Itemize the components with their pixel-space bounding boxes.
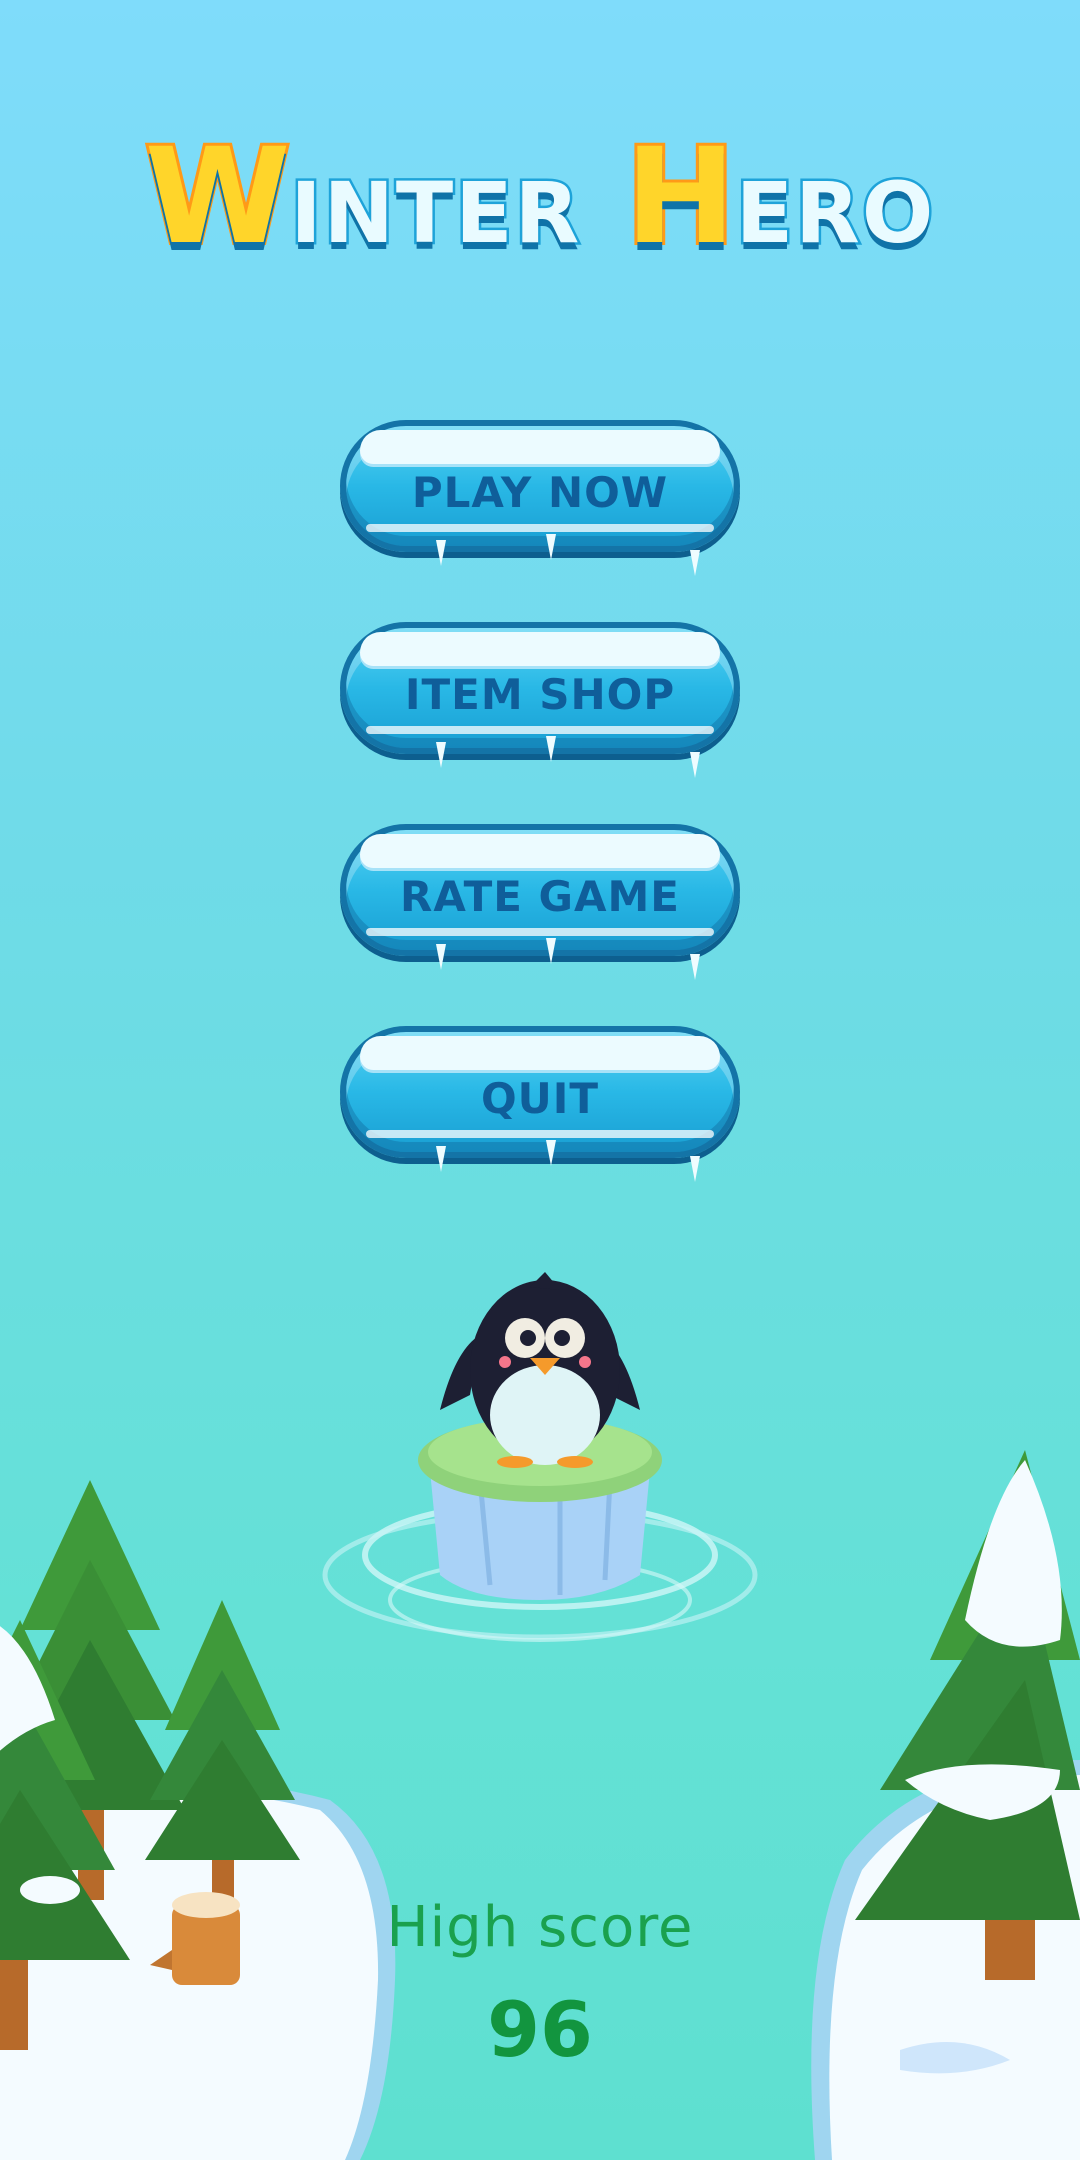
- title-rest-winter: INTER: [288, 162, 582, 265]
- item-shop-label: ITEM SHOP: [404, 669, 676, 719]
- icicle-decor: [436, 944, 446, 970]
- icicle-decor: [436, 540, 446, 566]
- icicle-decor: [436, 1146, 446, 1172]
- play-now-label: PLAY NOW: [411, 467, 669, 517]
- icicle-decor: [546, 736, 556, 762]
- icicle-decor: [546, 938, 556, 964]
- icicle-decor: [690, 1156, 700, 1182]
- title-word-winter: WINTER: [142, 117, 582, 277]
- play-now-button[interactable]: PLAY NOW: [340, 420, 740, 576]
- icicle-decor: [546, 1140, 556, 1166]
- title-initial-w: W: [142, 117, 294, 277]
- game-title: WINTER HERO: [0, 117, 1080, 277]
- quit-button[interactable]: QUIT: [340, 1026, 740, 1182]
- title-initial-h: H: [622, 117, 739, 277]
- icicle-decor: [436, 742, 446, 768]
- title-word-hero: HERO: [622, 117, 936, 277]
- item-shop-button[interactable]: ITEM SHOP: [340, 622, 740, 778]
- rate-game-label: RATE GAME: [399, 871, 680, 921]
- main-menu-screen: WINTER HERO PLAY NOW ITEM SHOP RATE GAME …: [0, 0, 1080, 2160]
- icicle-decor: [690, 550, 700, 576]
- quit-label: QUIT: [480, 1073, 600, 1123]
- high-score-label: High score: [386, 1895, 694, 1960]
- icicle-decor: [690, 752, 700, 778]
- rate-game-button[interactable]: RATE GAME: [340, 824, 740, 980]
- title-rest-hero: ERO: [733, 162, 936, 265]
- icicle-decor: [546, 534, 556, 560]
- high-score-value: 96: [487, 1985, 593, 2074]
- icicle-decor: [690, 954, 700, 980]
